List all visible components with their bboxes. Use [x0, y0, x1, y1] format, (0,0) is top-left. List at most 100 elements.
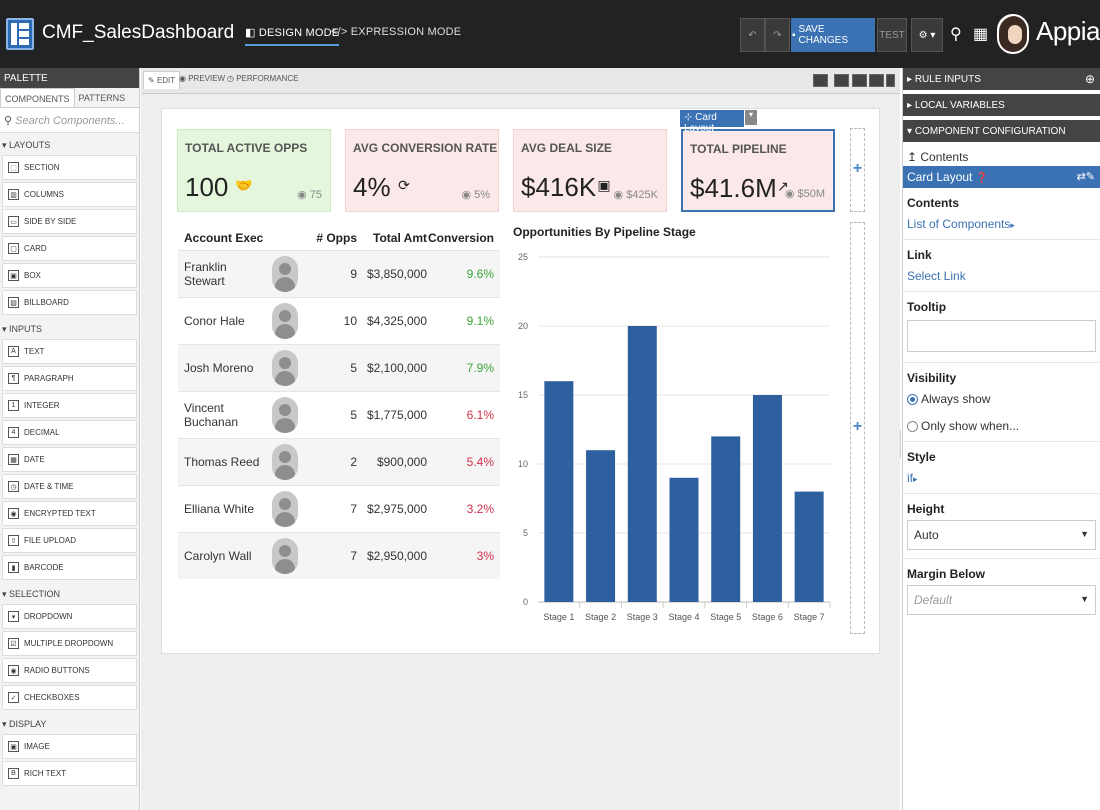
- margin-below-dropdown[interactable]: Default ▼: [907, 585, 1096, 615]
- kpi-card-avg-deal-size[interactable]: AVG DEAL SIZE $416K ▣ ◉ $425K: [513, 129, 667, 212]
- table-row: Franklin Stewart 9 $3,850,000 9.6%: [178, 250, 500, 297]
- select-link[interactable]: Select Link: [907, 269, 1096, 283]
- redo-button[interactable]: ↷: [765, 18, 790, 52]
- x-tick-label: Stage 5: [710, 612, 741, 622]
- columns-icon: ▥: [8, 189, 19, 200]
- local-variables-header[interactable]: ▸ LOCAL VARIABLES: [903, 94, 1100, 116]
- bar-stage-5[interactable]: [711, 436, 741, 602]
- fit-width-icon[interactable]: [813, 74, 828, 87]
- undo-button[interactable]: ↶: [740, 18, 765, 52]
- bar-stage-1[interactable]: [544, 381, 574, 602]
- bar-stage-2[interactable]: [586, 450, 616, 602]
- save-changes-button[interactable]: ▪ SAVE CHANGES: [791, 18, 875, 52]
- palette-item-file-upload[interactable]: ⇧ FILE UPLOAD: [2, 528, 137, 553]
- card-layout-tag[interactable]: ⊹ Card Layout: [680, 110, 744, 134]
- expression-mode-tab[interactable]: </> EXPRESSION MODE: [331, 26, 461, 38]
- add-component-icon[interactable]: +: [850, 160, 865, 178]
- palette-item-radio-buttons[interactable]: ◉ RADIO BUTTONS: [2, 658, 137, 683]
- palette-item-encrypted-text[interactable]: ◉ ENCRYPTED TEXT: [2, 501, 137, 526]
- palette-item-columns[interactable]: ▥ COLUMNS: [2, 182, 137, 207]
- edit-icon[interactable]: ⇄✎: [1077, 170, 1095, 183]
- bar-stage-7[interactable]: [794, 491, 824, 602]
- eye-icon: ◉: [179, 74, 189, 83]
- help-icon[interactable]: ❓: [976, 173, 988, 184]
- edit-tab-label: EDIT: [156, 76, 176, 85]
- bar-stage-3[interactable]: [627, 326, 657, 602]
- palette-item-label: RADIO BUTTONS: [24, 666, 90, 675]
- user-avatar[interactable]: [997, 14, 1029, 54]
- design-mode-tab[interactable]: ◧ DESIGN MODE: [245, 26, 340, 46]
- kpi-card-total-active-opps[interactable]: TOTAL ACTIVE OPPS 100 🤝 ◉ 75: [177, 129, 331, 212]
- kpi-card-avg-conversion-rate[interactable]: AVG CONVERSION RATE 4% ⟳ ◉ 5%: [345, 129, 499, 212]
- column-header-conversion[interactable]: Conversion: [427, 225, 500, 250]
- chevron-down-icon: ▼: [1080, 529, 1089, 539]
- palette-item-image[interactable]: ▣ IMAGE: [2, 734, 137, 759]
- conversion-rate: 5.4%: [466, 455, 494, 469]
- test-button[interactable]: TEST: [877, 18, 907, 52]
- kpi-card-total-pipeline[interactable]: TOTAL PIPELINE $41.6M ↗ ◉ $50M: [681, 129, 835, 212]
- tab-components[interactable]: COMPONENTS: [0, 88, 75, 107]
- kpi-target: ◉ 75: [297, 188, 322, 201]
- palette-section-layouts[interactable]: ▾ LAYOUTS: [0, 133, 139, 155]
- height-dropdown[interactable]: Auto ▼: [907, 520, 1096, 550]
- contents-section: Contents List of Components▸: [903, 188, 1100, 240]
- column-header-account-exec[interactable]: Account Exec: [178, 225, 270, 250]
- tab-edit[interactable]: ✎ EDIT: [143, 71, 181, 89]
- kpi-label: TOTAL PIPELINE: [690, 142, 787, 156]
- desktop-icon[interactable]: [834, 74, 849, 87]
- palette-section-display[interactable]: ▾ DISPLAY: [0, 712, 139, 734]
- palette-item-checkboxes[interactable]: ✓ CHECKBOXES: [2, 685, 137, 710]
- palette-item-side-by-side[interactable]: ▭ SIDE BY SIDE: [2, 209, 137, 234]
- list-of-components-link[interactable]: List of Components▸: [907, 217, 1096, 231]
- bar-stage-6[interactable]: [752, 395, 782, 602]
- style-expression-link[interactable]: if▸: [907, 471, 1096, 485]
- laptop-icon[interactable]: [852, 74, 867, 87]
- palette-item-integer[interactable]: 1 INTEGER: [2, 393, 137, 418]
- avatar-cell: [270, 538, 304, 574]
- column-header-opps[interactable]: # Opps: [304, 225, 357, 250]
- palette-item-paragraph[interactable]: ¶ PARAGRAPH: [2, 366, 137, 391]
- add-component-icon[interactable]: +: [850, 418, 865, 436]
- add-rule-input-icon[interactable]: ⊕: [1085, 72, 1095, 86]
- palette-item-multiple-dropdown[interactable]: ☑ MULTIPLE DROPDOWN: [2, 631, 137, 656]
- palette-item-dropdown[interactable]: ▾ DROPDOWN: [2, 604, 137, 629]
- palette-item-decimal[interactable]: 4 DECIMAL: [2, 420, 137, 445]
- tab-performance[interactable]: ◷ PERFORMANCE: [227, 74, 298, 83]
- palette-item-card[interactable]: ▢ CARD: [2, 236, 137, 261]
- rich-text-icon: B: [8, 768, 19, 779]
- palette-item-date-time[interactable]: ◷ DATE & TIME: [2, 474, 137, 499]
- palette-item-date[interactable]: ▦ DATE: [2, 447, 137, 472]
- contents-breadcrumb-label: Contents: [920, 150, 969, 164]
- save-icon: ▪: [792, 29, 796, 41]
- column-header-total-amt[interactable]: Total Amt: [357, 225, 427, 250]
- table-row: Vincent Buchanan 5 $1,775,000 6.1%: [178, 391, 500, 438]
- palette-section-inputs[interactable]: ▾ INPUTS: [0, 317, 139, 339]
- tooltip-input[interactable]: [907, 320, 1096, 352]
- tablet-icon[interactable]: [869, 74, 884, 87]
- palette-item-rich-text[interactable]: B RICH TEXT: [2, 761, 137, 786]
- palette-item-barcode[interactable]: ▮ BARCODE: [2, 555, 137, 580]
- phone-icon[interactable]: [886, 74, 895, 87]
- text-icon: A: [8, 346, 19, 357]
- card-layout-menu-icon[interactable]: ▾: [745, 110, 757, 125]
- search-components-input[interactable]: ⚲ Search Components...: [0, 108, 139, 133]
- palette-section-selection[interactable]: ▾ SELECTION: [0, 582, 139, 604]
- tab-patterns[interactable]: PATTERNS: [75, 88, 130, 107]
- search-people-icon[interactable]: ⚲: [950, 24, 962, 44]
- settings-menu-button[interactable]: ⚙ ▾: [911, 18, 943, 52]
- visibility-always-radio[interactable]: Always show: [907, 392, 1096, 406]
- kpi-target-value: $50M: [797, 188, 825, 200]
- palette-item-billboard[interactable]: ▨ BILLBOARD: [2, 290, 137, 315]
- palette-item-text[interactable]: A TEXT: [2, 339, 137, 364]
- component-configuration-header[interactable]: ▾ COMPONENT CONFIGURATION: [903, 120, 1100, 142]
- palette-item-section[interactable]: ⬚ SECTION: [2, 155, 137, 180]
- palette-item-box[interactable]: ▣ BOX: [2, 263, 137, 288]
- checkbox-icon: ✓: [8, 692, 19, 703]
- apps-grid-icon[interactable]: ▦: [973, 24, 988, 44]
- bar-stage-4[interactable]: [669, 477, 699, 602]
- rule-inputs-header[interactable]: ▸ RULE INPUTS ⊕: [903, 68, 1100, 90]
- contents-breadcrumb[interactable]: ↥ Contents: [903, 146, 1100, 166]
- palette-panel: PALETTE COMPONENTS PATTERNS ⚲ Search Com…: [0, 68, 140, 810]
- visibility-when-radio[interactable]: Only show when...: [907, 419, 1096, 433]
- tab-preview[interactable]: ◉ PREVIEW: [179, 74, 225, 83]
